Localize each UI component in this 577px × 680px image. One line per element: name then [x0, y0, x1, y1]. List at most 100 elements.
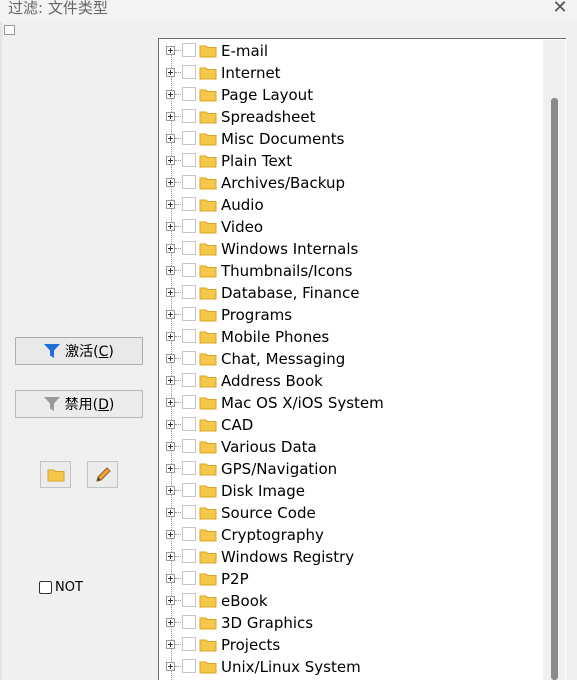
tree-item[interactable]: Video [159, 216, 549, 238]
expand-icon[interactable] [166, 200, 175, 209]
tree-item[interactable]: Projects [159, 634, 549, 656]
tree-item-checkbox[interactable] [182, 417, 196, 431]
expand-icon[interactable] [166, 618, 175, 627]
file-type-tree[interactable]: E-mail Internet Page Layout Spreadsheet Misc… [158, 38, 566, 680]
tree-item[interactable]: Windows Registry [159, 546, 549, 568]
tree-item[interactable]: Database, Finance [159, 282, 549, 304]
expand-icon[interactable] [166, 486, 175, 495]
tree-item-checkbox[interactable] [182, 571, 196, 585]
tree-item[interactable]: Archives/Backup [159, 172, 549, 194]
expand-icon[interactable] [166, 112, 175, 121]
tree-item-checkbox[interactable] [182, 615, 196, 629]
tree-item-checkbox[interactable] [182, 153, 196, 167]
scrollbar-thumb[interactable] [551, 98, 558, 680]
tree-item-checkbox[interactable] [182, 637, 196, 651]
tree-item-checkbox[interactable] [182, 263, 196, 277]
tree-item[interactable]: Internet [159, 62, 549, 84]
tree-item-checkbox[interactable] [182, 219, 196, 233]
expand-icon[interactable] [166, 508, 175, 517]
tree-item-checkbox[interactable] [182, 483, 196, 497]
tree-item-checkbox[interactable] [182, 505, 196, 519]
tree-item-checkbox[interactable] [182, 373, 196, 387]
tree-item[interactable]: GPS/Navigation [159, 458, 549, 480]
tree-item[interactable]: Misc Documents [159, 128, 549, 150]
tree-item-checkbox[interactable] [182, 549, 196, 563]
tree-item-checkbox[interactable] [182, 395, 196, 409]
expand-icon[interactable] [166, 332, 175, 341]
tree-item-checkbox[interactable] [182, 109, 196, 123]
not-checkbox-box[interactable] [39, 581, 52, 594]
disable-button[interactable]: 禁用(D) [15, 390, 143, 418]
tree-item-checkbox[interactable] [182, 329, 196, 343]
expand-icon[interactable] [166, 398, 175, 407]
tree-item-checkbox[interactable] [182, 527, 196, 541]
expand-icon[interactable] [166, 310, 175, 319]
tree-item[interactable]: CAD [159, 414, 549, 436]
expand-icon[interactable] [166, 288, 175, 297]
not-checkbox[interactable]: NOT [39, 580, 83, 595]
tree-item-checkbox[interactable] [182, 351, 196, 365]
tree-item-checkbox[interactable] [182, 197, 196, 211]
tree-item[interactable]: Spreadsheet [159, 106, 549, 128]
expand-icon[interactable] [166, 266, 175, 275]
expand-icon[interactable] [166, 640, 175, 649]
tree-item-checkbox[interactable] [182, 659, 196, 673]
tree-item[interactable]: Programs [159, 304, 549, 326]
tree-item[interactable]: 3D Graphics [159, 612, 549, 634]
expand-icon[interactable] [166, 134, 175, 143]
tree-item[interactable]: Cryptography [159, 524, 549, 546]
open-folder-button[interactable] [40, 461, 71, 488]
expand-icon[interactable] [166, 464, 175, 473]
tree-item[interactable]: Disk Image [159, 480, 549, 502]
tree-item[interactable]: Plain Text [159, 150, 549, 172]
expand-icon[interactable] [166, 574, 175, 583]
tree-item-checkbox[interactable] [182, 307, 196, 321]
tree-item[interactable]: Source Code [159, 502, 549, 524]
pencil-icon [95, 466, 111, 482]
expand-icon[interactable] [166, 376, 175, 385]
tree-item-checkbox[interactable] [182, 285, 196, 299]
tree-item[interactable]: Address Book [159, 370, 549, 392]
expand-icon[interactable] [166, 662, 175, 671]
tree-item[interactable]: Chat, Messaging [159, 348, 549, 370]
tree-item-checkbox[interactable] [182, 65, 196, 79]
expand-icon[interactable] [166, 222, 175, 231]
tree-item[interactable]: Audio [159, 194, 549, 216]
folder-icon [199, 153, 217, 172]
tree-item-checkbox[interactable] [182, 439, 196, 453]
expand-icon[interactable] [166, 68, 175, 77]
tree-item-checkbox[interactable] [182, 593, 196, 607]
tree-item[interactable]: Unix/Linux System [159, 656, 549, 678]
activate-button[interactable]: 激活(C) [15, 337, 143, 365]
tree-item[interactable]: Mac OS X/iOS System [159, 392, 549, 414]
expand-icon[interactable] [166, 552, 175, 561]
close-button[interactable]: ✕ [549, 0, 571, 20]
tree-item[interactable]: Windows Internals [159, 238, 549, 260]
tree-item[interactable]: E-mail [159, 40, 549, 62]
tree-item[interactable]: Page Layout [159, 84, 549, 106]
tree-item-checkbox[interactable] [182, 175, 196, 189]
expand-icon[interactable] [166, 90, 175, 99]
expand-icon[interactable] [166, 442, 175, 451]
tree-item-checkbox[interactable] [182, 241, 196, 255]
tree-item-checkbox[interactable] [182, 131, 196, 145]
tree-item[interactable]: Mobile Phones [159, 326, 549, 348]
tree-item-label: Windows Internals [221, 240, 359, 258]
tree-item-checkbox[interactable] [182, 43, 196, 57]
expand-icon[interactable] [166, 354, 175, 363]
tree-item[interactable]: P2P [159, 568, 549, 590]
expand-icon[interactable] [166, 530, 175, 539]
tree-item-checkbox[interactable] [182, 461, 196, 475]
tree-item-checkbox[interactable] [182, 87, 196, 101]
expand-icon[interactable] [166, 244, 175, 253]
tree-item[interactable]: Thumbnails/Icons [159, 260, 549, 282]
tree-item[interactable]: eBook [159, 590, 549, 612]
tree-connector-line [175, 116, 181, 117]
expand-icon[interactable] [166, 420, 175, 429]
expand-icon[interactable] [166, 596, 175, 605]
edit-button[interactable] [87, 461, 118, 488]
expand-icon[interactable] [166, 156, 175, 165]
expand-icon[interactable] [166, 46, 175, 55]
tree-item[interactable]: Various Data [159, 436, 549, 458]
expand-icon[interactable] [166, 178, 175, 187]
